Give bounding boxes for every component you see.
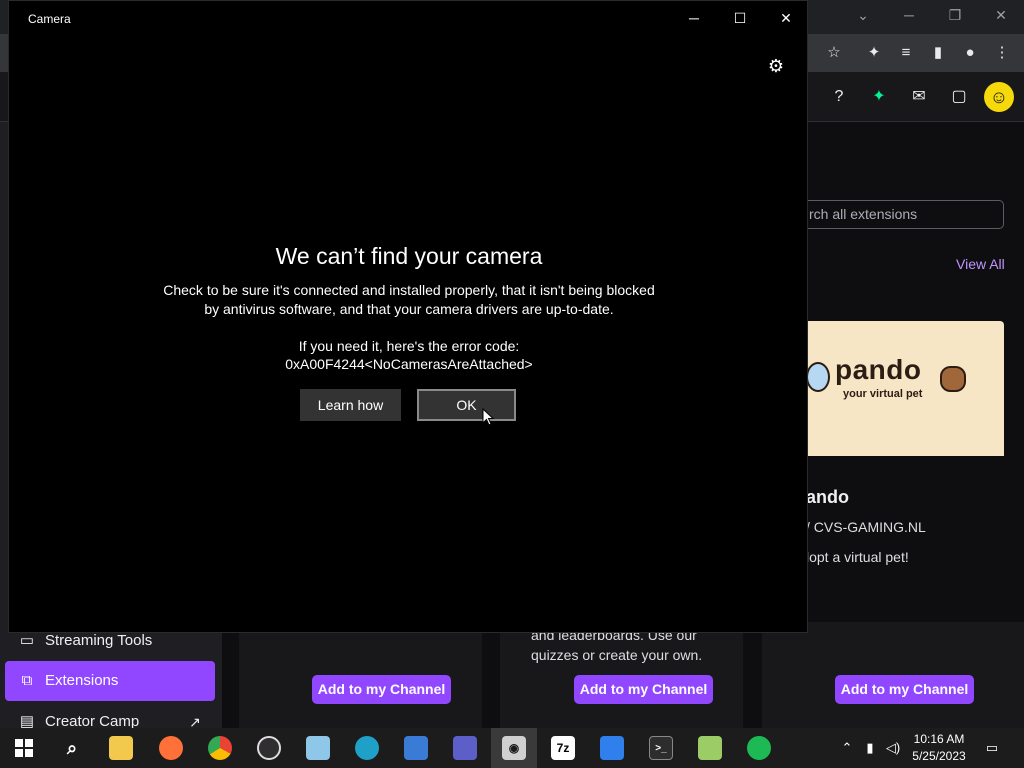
extension-description: lopt a virtual pet! [806, 549, 909, 565]
chevron-up-icon[interactable]: ⌃ [837, 738, 857, 758]
extensions-icon: ⧉ [21, 672, 33, 689]
photos-icon [404, 736, 428, 760]
extension-author: / CVS-GAMING.NL [806, 519, 926, 535]
notepad-icon [306, 736, 330, 760]
taskbar-photos[interactable] [393, 728, 439, 768]
taskbar-obs[interactable] [246, 728, 292, 768]
taskbar-notepad[interactable] [295, 728, 341, 768]
green-app-icon [747, 736, 771, 760]
taskbar-terminal[interactable]: >_ [638, 728, 684, 768]
pando-ghost-icon [806, 362, 830, 392]
sidebar-item-label: Streaming Tools [45, 632, 153, 649]
sidebar-item-extensions[interactable]: ⧉ Extensions [5, 661, 215, 701]
speaker-icon[interactable]: ◁) [883, 738, 903, 758]
edge-icon [355, 736, 379, 760]
notepad-plus-icon [698, 736, 722, 760]
camera-window: Camera ─ ☐ ✕ ⚙ We can’t find your camera… [8, 0, 808, 633]
pando-logo: pando [835, 354, 922, 385]
help-icon[interactable]: ? [827, 86, 851, 108]
taskbar-search-button[interactable]: ⌕ [49, 728, 95, 768]
media-control-icon[interactable]: ≡ [895, 42, 917, 64]
side-panel-icon[interactable]: ▮ [927, 42, 949, 64]
add-to-channel-button[interactable]: Add to my Channel [312, 675, 451, 704]
mouse-cursor-icon [482, 408, 494, 426]
window-title: Camera [28, 12, 71, 26]
sparkle-icon[interactable]: ✦ [867, 86, 891, 108]
network-app-icon [600, 736, 624, 760]
learn-how-button[interactable]: Learn how [300, 389, 401, 421]
browser-restore-button[interactable]: ❐ [937, 4, 973, 26]
taskbar-firefox[interactable] [148, 728, 194, 768]
notification-icon[interactable]: ▭ [982, 738, 1002, 758]
sidebar-item-label: Extensions [45, 672, 119, 689]
microphone-icon[interactable]: ▮ [860, 738, 880, 758]
pando-pet-icon [940, 366, 966, 392]
mail-icon[interactable]: ✉ [907, 86, 931, 108]
minimize-button[interactable]: ─ [671, 3, 717, 33]
gear-icon[interactable]: ⚙ [765, 55, 787, 77]
add-to-channel-button[interactable]: Add to my Channel [835, 675, 974, 704]
camera-icon: ◉ [502, 736, 526, 760]
error-message: Check to be sure it's connected and inst… [149, 281, 669, 319]
extension-name[interactable]: ando [806, 487, 849, 508]
browser-close-button[interactable]: ✕ [983, 4, 1019, 26]
profile-icon[interactable]: ● [959, 42, 981, 64]
bookmark-star-icon[interactable]: ☆ [823, 42, 845, 64]
chat-icon[interactable]: ▢ [947, 86, 971, 108]
firefox-icon [159, 736, 183, 760]
taskbar-camera[interactable]: ◉ [491, 728, 537, 768]
terminal-icon: >_ [649, 736, 673, 760]
clock-date: 5/25/2023 [912, 749, 966, 763]
error-code-label: If you need it, here's the error code: [298, 338, 520, 354]
error-heading: We can’t find your camera [275, 243, 543, 269]
start-button[interactable] [1, 728, 47, 768]
close-button[interactable]: ✕ [763, 3, 809, 33]
error-code: 0xA00F4244<NoCamerasAreAttached> [285, 356, 533, 372]
user-avatar[interactable]: ☺ [984, 82, 1014, 112]
clipchamp-icon [453, 736, 477, 760]
seven-zip-icon: 7z [551, 736, 575, 760]
windows-logo-icon [15, 739, 33, 757]
browser-minimize-button[interactable]: ─ [891, 4, 927, 26]
pando-tagline: your virtual pet [843, 388, 923, 400]
taskbar-network-app[interactable] [589, 728, 635, 768]
search-extensions-input[interactable]: rch all extensions [790, 200, 1004, 229]
add-to-channel-button[interactable]: Add to my Channel [574, 675, 713, 704]
taskbar-green-app[interactable] [736, 728, 782, 768]
obs-icon [257, 736, 281, 760]
taskbar-notepad-plus[interactable] [687, 728, 733, 768]
maximize-button[interactable]: ☐ [717, 3, 763, 33]
taskbar-7zip[interactable]: 7z [540, 728, 586, 768]
chrome-icon [208, 736, 232, 760]
error-message-line: Check to be sure it's connected and inst… [163, 282, 655, 298]
taskbar-chrome[interactable] [197, 728, 243, 768]
folder-icon [109, 736, 133, 760]
view-all-link[interactable]: View All [956, 256, 1005, 272]
ok-button[interactable]: OK [417, 389, 516, 421]
extension-card-description: quizzes or create your own. [531, 647, 703, 663]
taskbar-clock[interactable]: 10:16 AM 5/25/2023 [904, 731, 974, 765]
taskbar-file-explorer[interactable] [98, 728, 144, 768]
browser-menu-icon[interactable]: ⋮ [991, 42, 1013, 64]
extensions-puzzle-icon[interactable]: ✦ [863, 42, 885, 64]
tab-search-icon[interactable]: ⌄ [845, 4, 881, 26]
search-icon: ⌕ [66, 737, 78, 758]
taskbar-clipchamp[interactable] [442, 728, 488, 768]
error-message-line: by antivirus software, and that your cam… [204, 301, 614, 317]
taskbar-edge[interactable] [344, 728, 390, 768]
clock-time: 10:16 AM [913, 732, 965, 746]
